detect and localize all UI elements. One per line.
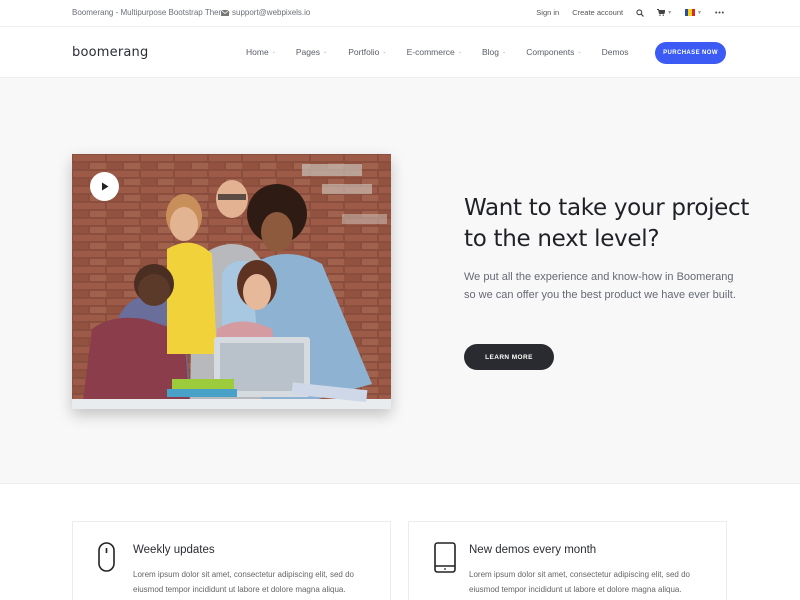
brand-logo[interactable]: boomerang [72,45,148,60]
language-chevron-icon: ▼ [697,9,702,16]
nav-label: Blog [481,47,499,57]
language-selector[interactable]: ▼ [685,9,702,16]
cart-icon [657,9,666,16]
hero-section: Want to take your project to the next le… [0,78,800,484]
chevron-down-icon: ⌄ [382,49,387,55]
nav-label: Pages [295,47,320,57]
team-photo-illustration [72,154,391,409]
feature-title: Weekly updates [133,544,215,556]
team-photo [72,154,391,409]
play-icon [101,182,108,191]
nav-item-pages[interactable]: Pages ⌄ [296,47,327,57]
more-icon [715,11,724,14]
create-account-link[interactable]: Create account [572,8,623,17]
learn-more-button[interactable]: LEARN MORE [464,344,554,370]
nav-item-components[interactable]: Components ⌄ [526,47,581,57]
support-email-text: support@webpixels.io [232,8,311,17]
purchase-now-button[interactable]: PURCHASE NOW [655,42,726,64]
chevron-down-icon: ⌄ [577,49,582,55]
main-nav: Home ⌄ Pages ⌄ Portfolio ⌄ E-commerce ⌄ Blog… [246,47,629,57]
search-button[interactable] [636,8,645,17]
nav-label: Components [526,47,575,57]
cart-chevron-icon: ▼ [667,9,673,16]
nav-label: Portfolio [348,47,380,57]
mail-icon [221,9,229,16]
sign-in-link[interactable]: Sign in [536,8,559,17]
play-video-button[interactable] [90,172,119,201]
nav-item-blog[interactable]: Blog ⌄ [482,47,506,57]
hero-heading: Want to take your project to the next le… [464,195,750,252]
chevron-down-icon: ⌄ [271,49,276,55]
hero-description: We put all the experience and know-how i… [464,271,736,301]
nav-label: E-commerce [406,47,455,57]
nav-item-ecommerce[interactable]: E-commerce ⌄ [407,47,462,57]
support-email[interactable]: support@webpixels.io [221,8,310,17]
site-tagline: Boomerang - Multipurpose Bootstrap Theme [72,8,230,17]
nav-item-home[interactable]: Home ⌄ [246,47,276,57]
mouse-icon [98,542,115,572]
top-bar: Boomerang - Multipurpose Bootstrap Theme… [0,0,800,27]
nav-item-portfolio[interactable]: Portfolio ⌄ [348,47,386,57]
feature-card-new-demos: New demos every month Lorem ipsum dolor … [408,521,727,600]
chevron-down-icon: ⌄ [457,49,462,55]
flag-icon [685,9,696,16]
feature-card-weekly-updates: Weekly updates Lorem ipsum dolor sit ame… [72,521,391,600]
feature-description: Lorem ipsum dolor sit amet, consectetur … [133,570,354,594]
nav-item-demos[interactable]: Demos [602,47,629,57]
chevron-down-icon: ⌄ [323,49,328,55]
nav-label: Home [246,47,269,57]
cart-button[interactable]: ▼ [657,9,672,16]
nav-label: Demos [601,47,629,57]
feature-title: New demos every month [469,544,597,556]
tablet-icon [434,542,456,573]
search-icon [636,8,645,17]
feature-description: Lorem ipsum dolor sit amet, consectetur … [469,570,690,594]
more-button[interactable] [715,11,724,14]
chevron-down-icon: ⌄ [502,49,507,55]
main-navbar: boomerang Home ⌄ Pages ⌄ Portfolio ⌄ E-comm… [0,27,800,78]
